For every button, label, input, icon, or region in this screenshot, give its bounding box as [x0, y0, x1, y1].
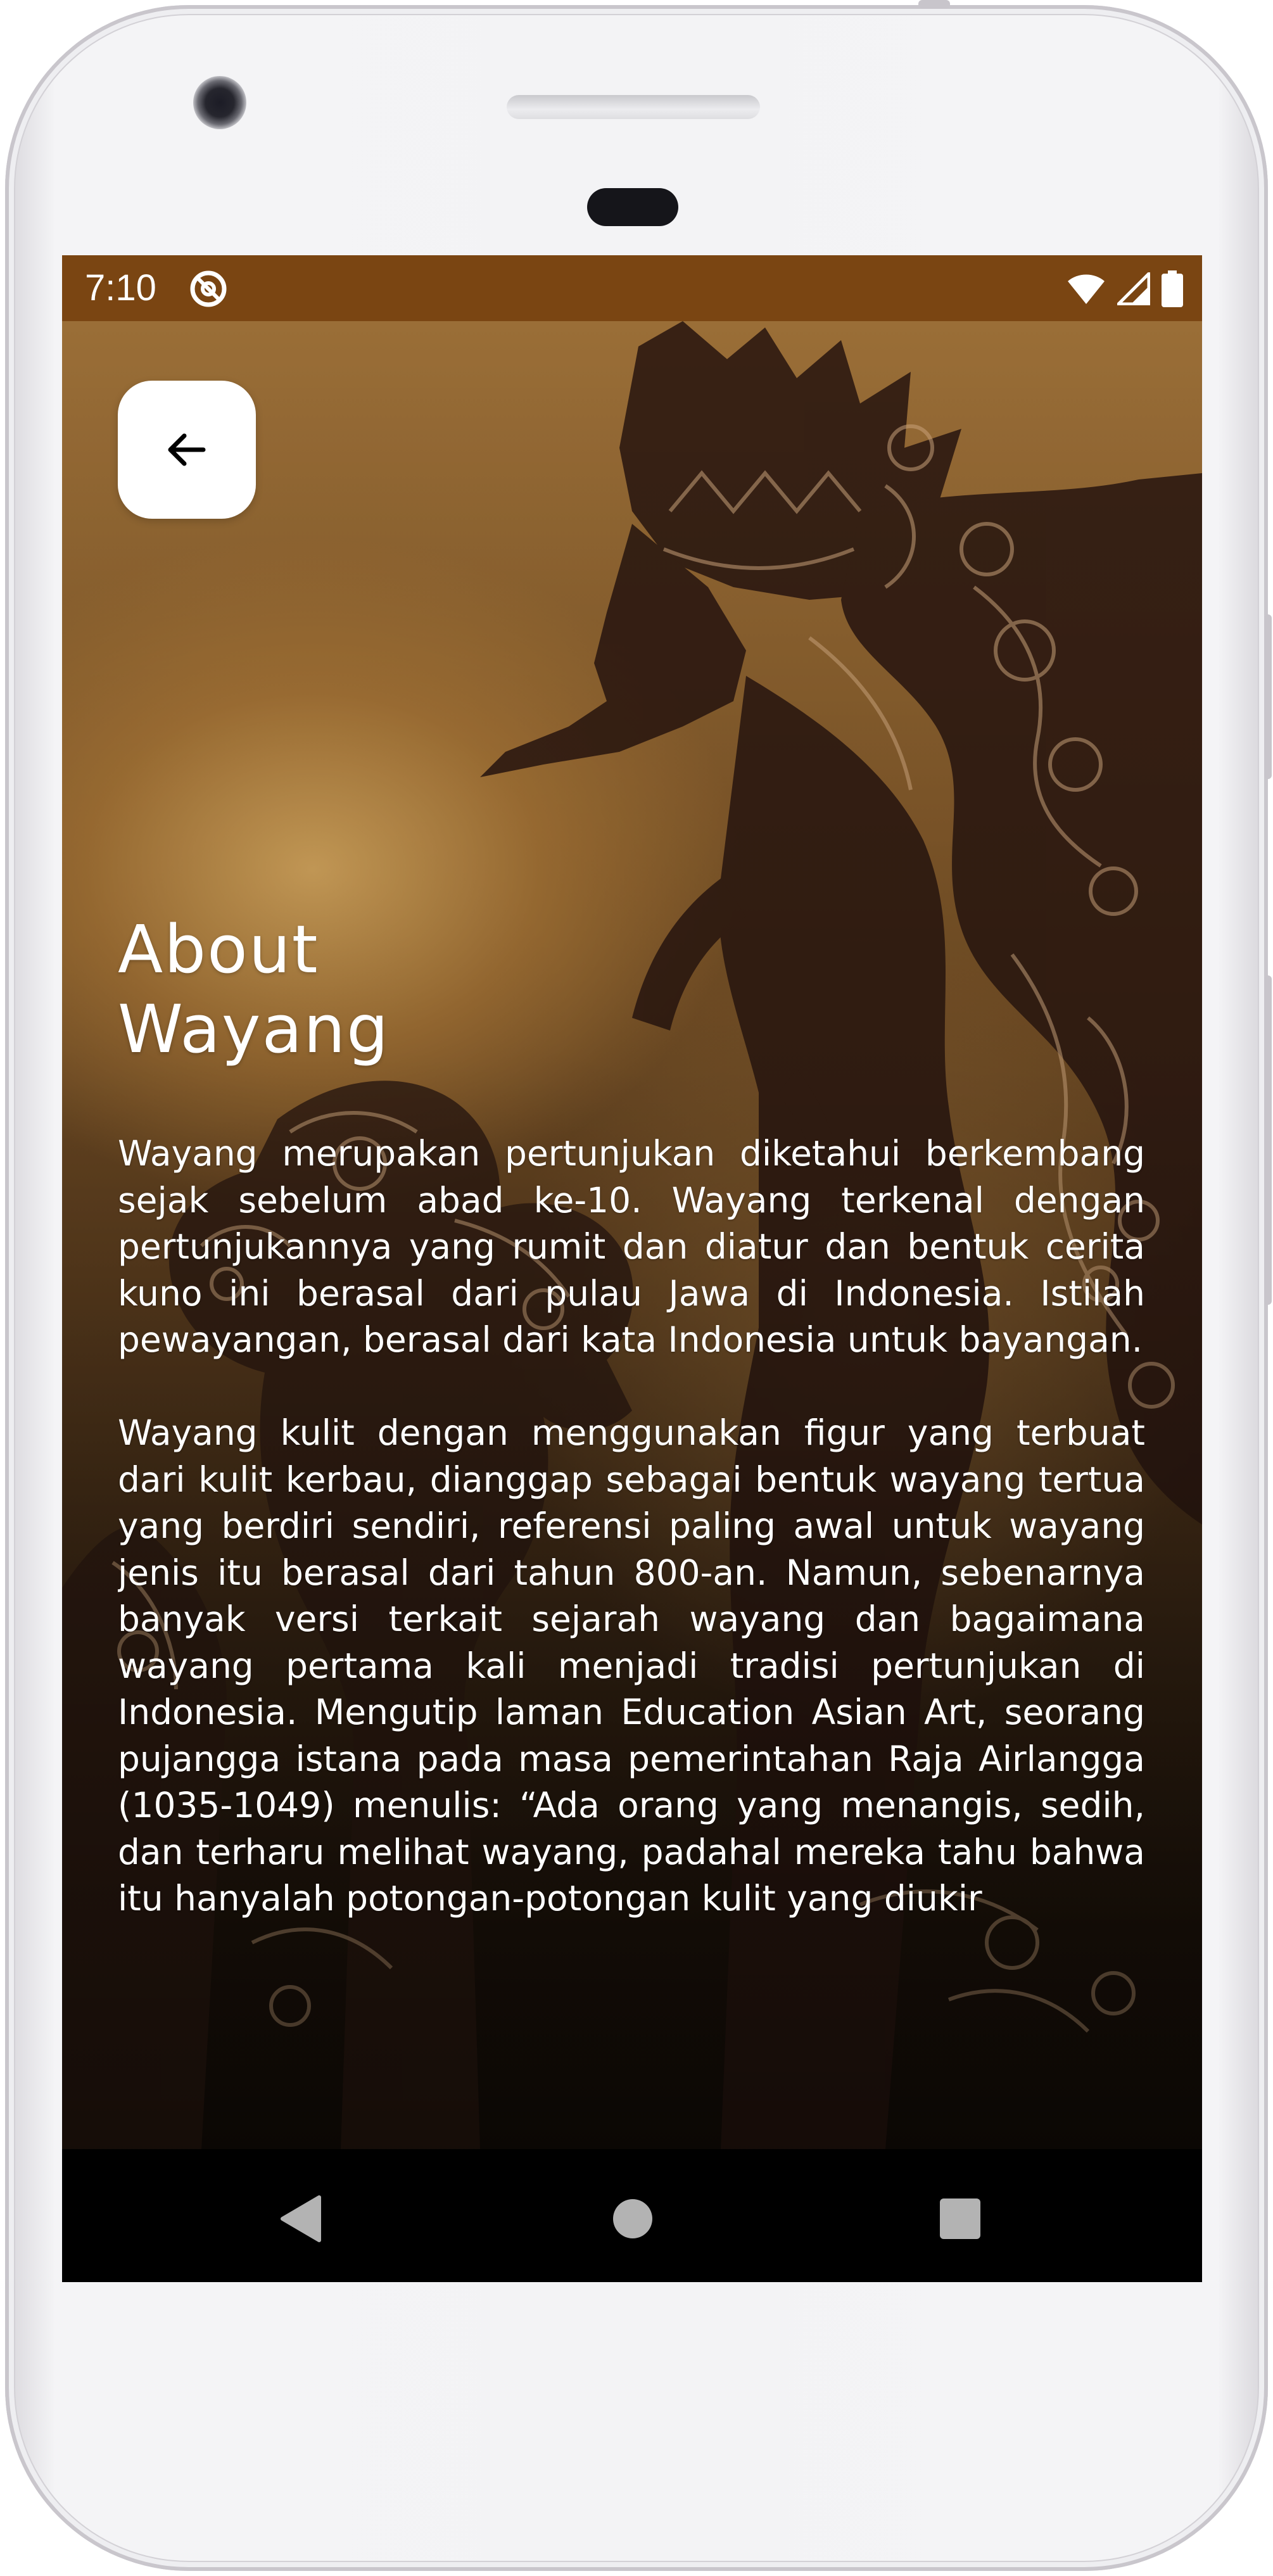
home-circle-icon: [613, 2199, 652, 2238]
article-paragraph: Wayang kulit dengan menggunakan figur ya…: [118, 1412, 1145, 1919]
nav-home-button[interactable]: [607, 2193, 658, 2244]
power-button: [1264, 614, 1272, 779]
page-title-line-2: Wayang: [118, 991, 390, 1068]
article-paragraph: Wayang merupakan pertunjukan diketahui b…: [118, 1133, 1145, 1360]
status-bar: 7:10: [62, 255, 1202, 321]
earpiece-speaker: [507, 95, 760, 119]
app-notification-icon: [190, 270, 227, 307]
article-body[interactable]: Wayang merupakan pertunjukan diketahui b…: [118, 1131, 1145, 1946]
nav-recents-button[interactable]: [935, 2193, 985, 2244]
about-wayang-screen[interactable]: About Wayang Wayang merupakan pertunjuka…: [62, 321, 1202, 2149]
back-triangle-icon: [281, 2195, 321, 2242]
wifi-icon: [1068, 274, 1105, 304]
back-button[interactable]: [118, 381, 256, 519]
proximity-sensor: [587, 188, 678, 226]
top-button: [918, 0, 950, 9]
cellular-signal-icon: [1117, 272, 1150, 305]
arrow-left-icon: [168, 433, 206, 466]
page-title: About Wayang: [118, 910, 561, 1069]
page-title-line-1: About: [118, 911, 319, 988]
status-icons: [1067, 269, 1183, 308]
recents-square-icon: [940, 2198, 980, 2239]
battery-icon: [1162, 270, 1183, 307]
volume-button: [1264, 975, 1272, 1305]
status-time: 7:10: [85, 267, 156, 308]
nav-back-button[interactable]: [276, 2193, 326, 2244]
front-camera: [193, 76, 246, 129]
screen: 7:10 About Wayang Wayang merupakan pertu…: [62, 255, 1202, 2282]
navigation-bar: [62, 2149, 1202, 2282]
